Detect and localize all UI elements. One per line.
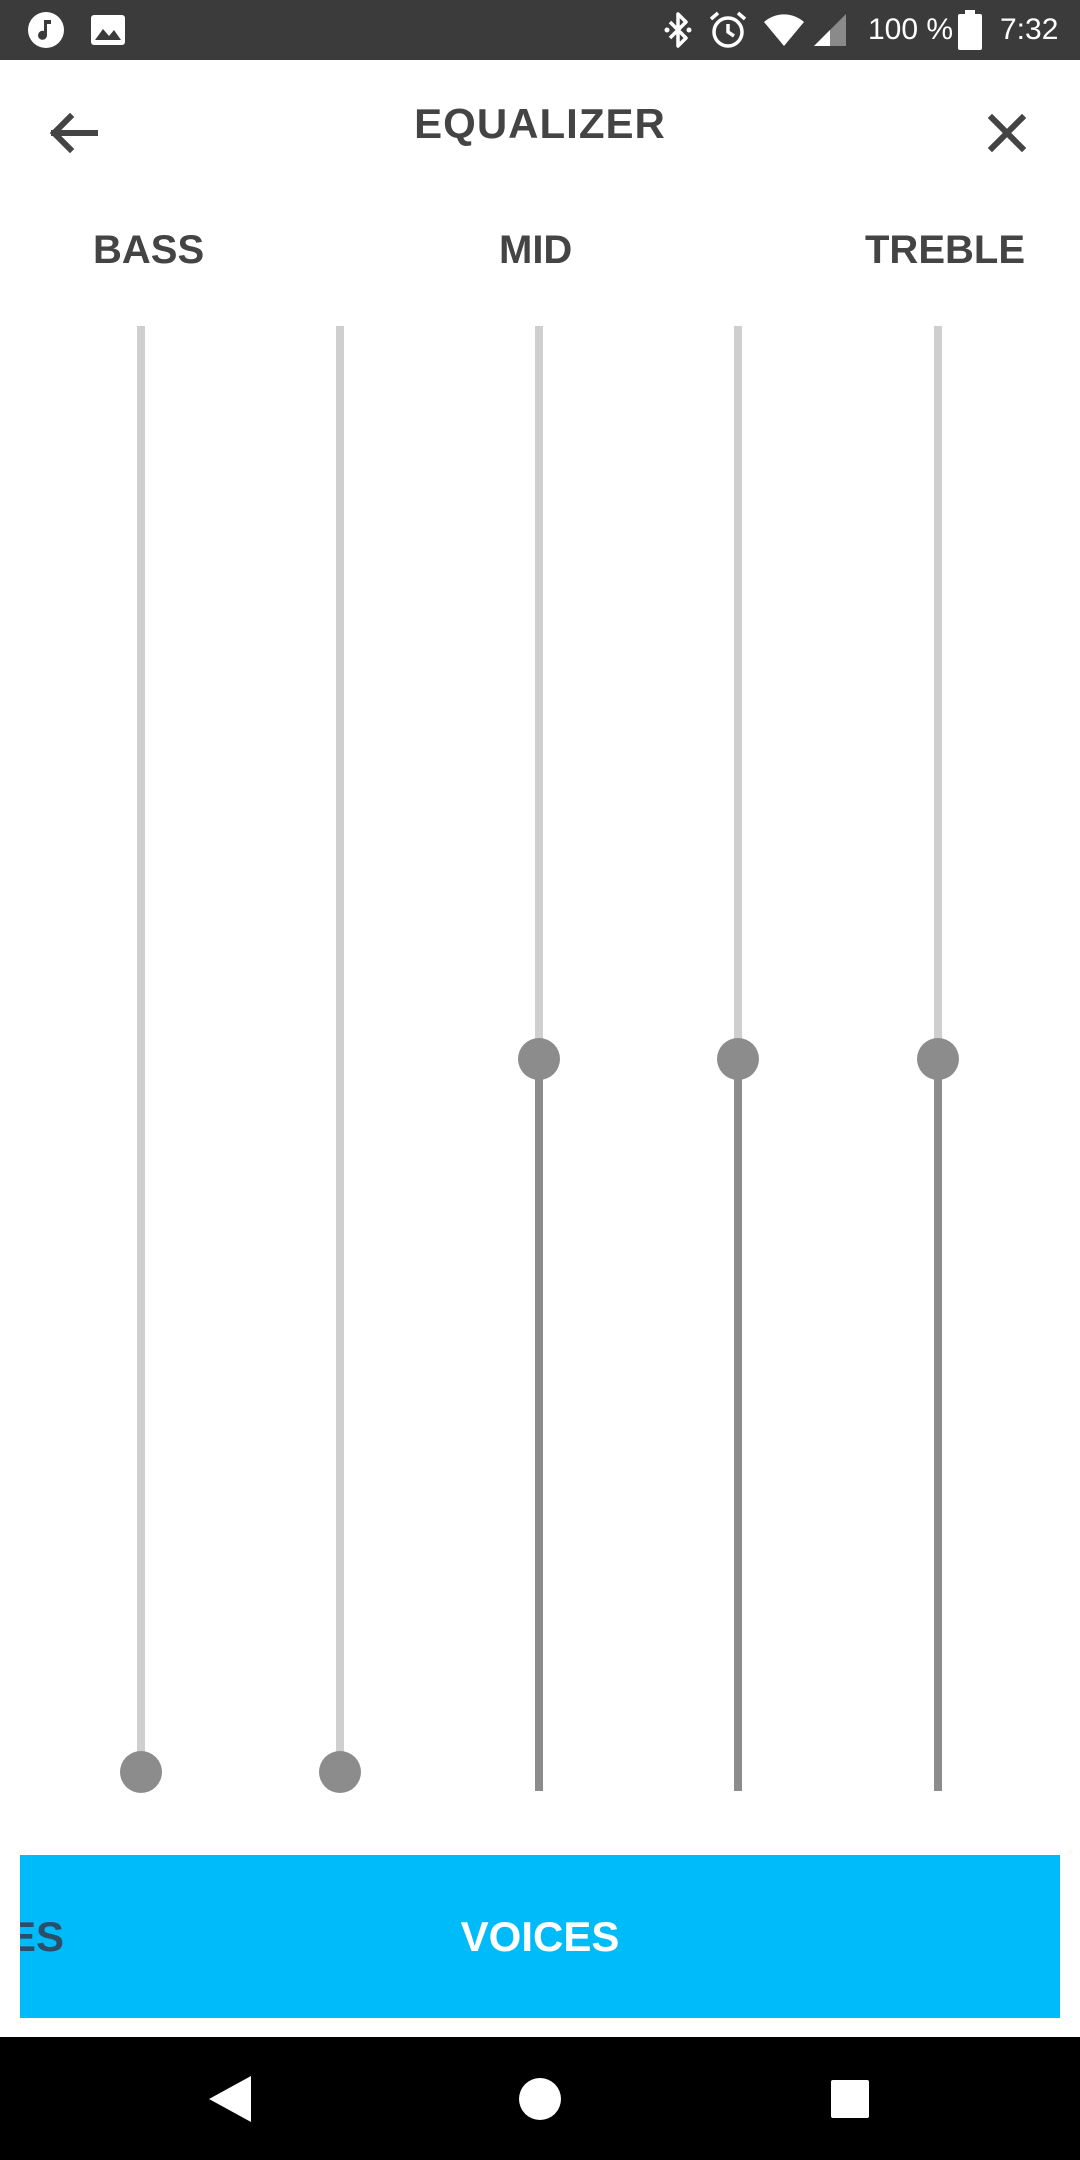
alarm-icon bbox=[706, 0, 750, 60]
slider-thumb[interactable] bbox=[518, 1037, 560, 1080]
nav-recents-button[interactable] bbox=[790, 2037, 910, 2160]
slider-thumb[interactable] bbox=[319, 1751, 361, 1793]
status-bar: 100 % 7:32 bbox=[0, 0, 1080, 60]
navigation-bar bbox=[0, 2037, 1080, 2160]
clock-time: 7:32 bbox=[1000, 13, 1059, 46]
band-label-mid: MID bbox=[499, 228, 573, 272]
band-label-treble: TREBLE bbox=[865, 228, 1025, 272]
slider-thumb[interactable] bbox=[717, 1037, 759, 1080]
eq-slider-3[interactable] bbox=[509, 326, 569, 1794]
nav-home-button[interactable] bbox=[480, 2037, 600, 2160]
music-note-icon bbox=[26, 0, 66, 60]
slider-track bbox=[137, 326, 145, 1791]
preset-tab-bar: ES VOICES bbox=[20, 1855, 1060, 2018]
band-label-bass: BASS bbox=[93, 228, 205, 272]
signal-icon bbox=[810, 0, 850, 60]
recents-square-icon bbox=[831, 2079, 869, 2118]
eq-slider-1[interactable] bbox=[111, 326, 171, 1794]
eq-slider-4[interactable] bbox=[708, 326, 768, 1794]
wifi-icon bbox=[760, 0, 808, 60]
battery-percent: 100 % bbox=[868, 13, 954, 46]
battery-icon bbox=[956, 0, 984, 60]
slider-fill bbox=[535, 1058, 543, 1791]
home-circle-icon bbox=[519, 2077, 561, 2120]
eq-slider-2[interactable] bbox=[310, 326, 370, 1794]
nav-back-button[interactable] bbox=[170, 2037, 290, 2160]
slider-track bbox=[336, 326, 344, 1791]
eq-slider-5[interactable] bbox=[908, 326, 968, 1794]
slider-fill bbox=[734, 1058, 742, 1791]
close-icon bbox=[988, 114, 1026, 152]
page-title: EQUALIZER bbox=[414, 100, 666, 147]
slider-thumb[interactable] bbox=[120, 1751, 162, 1793]
slider-fill bbox=[934, 1058, 942, 1791]
slider-thumb[interactable] bbox=[917, 1037, 959, 1080]
image-icon bbox=[88, 0, 128, 60]
back-triangle-icon bbox=[209, 2075, 251, 2122]
app-header: EQUALIZER bbox=[0, 60, 1080, 205]
bluetooth-icon bbox=[658, 0, 698, 60]
preset-tab-current[interactable]: VOICES bbox=[20, 1855, 1060, 2018]
close-button[interactable] bbox=[972, 98, 1042, 168]
